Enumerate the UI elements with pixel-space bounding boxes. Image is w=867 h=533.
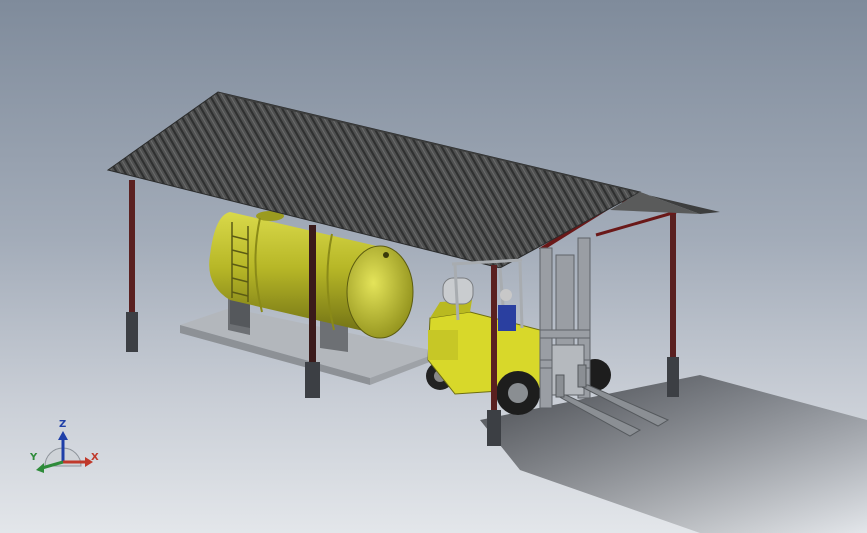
y-axis-label: Y xyxy=(29,452,38,463)
cad-scene[interactable]: Z X Y xyxy=(0,0,867,533)
view-orientation-triad[interactable]: Z X Y xyxy=(29,419,99,473)
x-axis-label: X xyxy=(91,452,99,463)
forklift xyxy=(426,237,670,437)
3d-viewport[interactable]: Z X Y xyxy=(0,0,867,533)
corrugated-roof xyxy=(106,91,720,269)
z-axis-label: Z xyxy=(59,419,66,430)
